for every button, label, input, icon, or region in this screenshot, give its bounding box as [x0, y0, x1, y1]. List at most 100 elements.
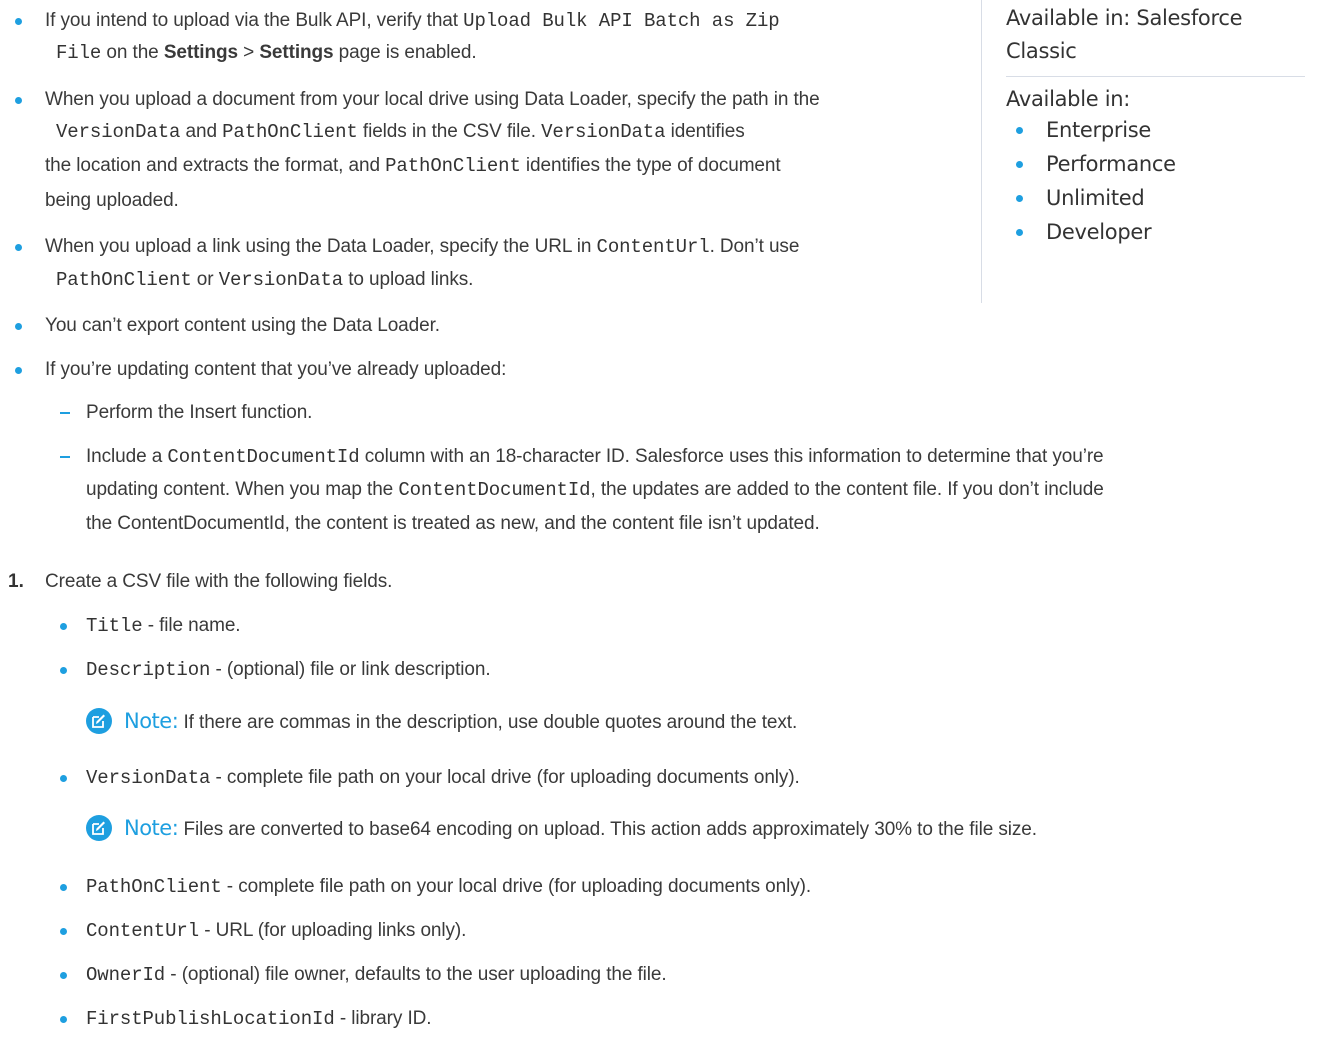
step-number: 1.: [8, 571, 24, 592]
bullet-text: fields in the CSV file.: [357, 121, 542, 142]
code-field: VersionData: [218, 269, 344, 291]
code-field: PathOnClient: [222, 121, 358, 143]
available-classic-line1: Available in: Salesforce: [1006, 6, 1243, 30]
bullet-text: identifies: [665, 121, 745, 142]
field-description: - URL (for uploading links only).: [199, 920, 467, 941]
code-field: ContentDocumentId: [398, 479, 591, 501]
field-description-row: Description - (optional) file or link de…: [86, 655, 491, 685]
bullet-upload-document: When you upload a document from your loc…: [45, 89, 820, 110]
bullet-bulk-api-cont: File on the Settings > Settings page is …: [56, 38, 477, 68]
field-title: Title - file name.: [86, 611, 241, 641]
dash-bullet-icon: [60, 456, 70, 458]
bullet-text: to upload links.: [343, 269, 474, 290]
field-ownerid: OwnerId - (optional) file owner, default…: [86, 960, 667, 990]
bullet-text: , the updates are added to the content f…: [590, 479, 1104, 500]
code-field: Description: [86, 659, 211, 681]
sub-bullet-content-document-id-l2: updating content. When you map the Conte…: [86, 475, 1104, 505]
field-description: - (optional) file owner, defaults to the…: [165, 964, 667, 985]
note-commas: Note: If there are commas in the descrip…: [124, 706, 797, 738]
bullet-dot-icon: [15, 97, 22, 104]
edition-developer: Developer: [1046, 220, 1152, 244]
note-text: If there are commas in the description, …: [183, 712, 798, 733]
code-field: OwnerId: [86, 964, 166, 986]
bullet-dot-icon: [15, 367, 22, 374]
code-field: Title: [86, 615, 143, 637]
bullet-text: the location and extracts the format, an…: [45, 155, 386, 176]
bullet-dot-icon: [60, 972, 67, 979]
bullet-updating-content: If you’re updating content that you’ve a…: [45, 359, 507, 380]
bullet-text: page is enabled.: [333, 42, 477, 63]
bullet-dot-icon: [1016, 195, 1023, 202]
field-description: - complete file path on your local drive…: [210, 767, 800, 788]
edit-note-icon: [86, 708, 112, 734]
code-field: VersionData: [541, 121, 666, 143]
sidebar-divider: [1006, 76, 1305, 77]
field-description: - library ID.: [334, 1008, 432, 1029]
bullet-text: column with an 18-character ID. Salesfor…: [359, 446, 1104, 467]
code-field: FirstPublishLocationId: [86, 1008, 335, 1030]
code-field: ContentDocumentId: [167, 446, 360, 468]
bullet-text: Include a: [86, 446, 168, 467]
bullet-text: identifies the type of document: [520, 155, 781, 176]
edit-note-icon: [86, 815, 112, 841]
bullet-dot-icon: [60, 884, 67, 891]
code-setting-name: Upload Bulk API Batch as Zip: [463, 10, 780, 32]
field-description: - (optional) file or link description.: [210, 659, 491, 680]
bullet-upload-link: When you upload a link using the Data Lo…: [45, 232, 799, 262]
bullet-text: or: [191, 269, 219, 290]
sub-bullet-content-document-id: Include a ContentDocumentId column with …: [86, 442, 1104, 472]
field-firstpublishlocationid: FirstPublishLocationId - library ID.: [86, 1004, 432, 1034]
edition-unlimited: Unlimited: [1046, 186, 1145, 210]
ui-path-settings: Settings: [259, 42, 334, 63]
field-versiondata: VersionData - complete file path on your…: [86, 763, 800, 793]
bullet-dot-icon: [1016, 127, 1023, 134]
sub-bullet-insert: Perform the Insert function.: [86, 402, 313, 423]
bullet-text: and: [180, 121, 223, 142]
edition-enterprise: Enterprise: [1046, 118, 1152, 142]
code-field: ContentUrl: [596, 236, 710, 258]
note-label: Note:: [124, 709, 179, 733]
field-description: - file name.: [142, 615, 241, 636]
note-label: Note:: [124, 816, 179, 840]
field-pathonclient: PathOnClient - complete file path on you…: [86, 872, 811, 902]
bullet-dot-icon: [1016, 161, 1023, 168]
bullet-dot-icon: [60, 928, 67, 935]
available-in-label: Available in:: [1006, 87, 1131, 111]
bullet-upload-document-l2: VersionData and PathOnClient fields in t…: [56, 117, 745, 147]
field-description: - complete file path on your local drive…: [221, 876, 812, 897]
bullet-dot-icon: [60, 623, 67, 630]
field-contenturl: ContentUrl - URL (for uploading links on…: [86, 916, 466, 946]
bullet-no-export: You can’t export content using the Data …: [45, 315, 440, 336]
bullet-text: on the: [101, 42, 164, 63]
code-field: PathOnClient: [56, 269, 192, 291]
bullet-dot-icon: [15, 244, 22, 251]
code-field: ContentUrl: [86, 920, 200, 942]
code-field: PathOnClient: [385, 155, 521, 177]
bullet-upload-link-l2: PathOnClient or VersionData to upload li…: [56, 265, 473, 295]
bullet-dot-icon: [60, 775, 67, 782]
note-base64: Note: Files are converted to base64 enco…: [124, 813, 1037, 845]
bullet-text: . Don’t use: [709, 236, 800, 257]
bullet-text: >: [237, 42, 260, 63]
step-text: Create a CSV file with the following fie…: [45, 571, 393, 592]
code-field: VersionData: [56, 121, 181, 143]
bullet-dot-icon: [1016, 229, 1023, 236]
bullet-dot-icon: [60, 667, 67, 674]
available-classic-line2: Classic: [1006, 39, 1077, 63]
bullet-text: When you upload a link using the Data Lo…: [45, 236, 597, 257]
code-field: PathOnClient: [86, 876, 222, 898]
sub-bullet-content-document-id-l3: the ContentDocumentId, the content is tr…: [86, 513, 820, 534]
bullet-upload-document-l3: the location and extracts the format, an…: [45, 151, 781, 181]
bullet-upload-document-l4: being uploaded.: [45, 190, 179, 211]
code-setting-name: File: [56, 42, 102, 64]
bullet-dot-icon: [15, 18, 22, 25]
bullet-text: If you intend to upload via the Bulk API…: [45, 10, 464, 31]
bullet-dot-icon: [60, 1016, 67, 1023]
bullet-text: updating content. When you map the: [86, 479, 399, 500]
document-page: Available in: Salesforce Classic Availab…: [0, 0, 1318, 1061]
code-field: VersionData: [86, 767, 211, 789]
edition-performance: Performance: [1046, 152, 1176, 176]
ui-path-settings: Settings: [163, 42, 238, 63]
bullet-dot-icon: [15, 323, 22, 330]
note-text: Files are converted to base64 encoding o…: [183, 819, 1037, 840]
